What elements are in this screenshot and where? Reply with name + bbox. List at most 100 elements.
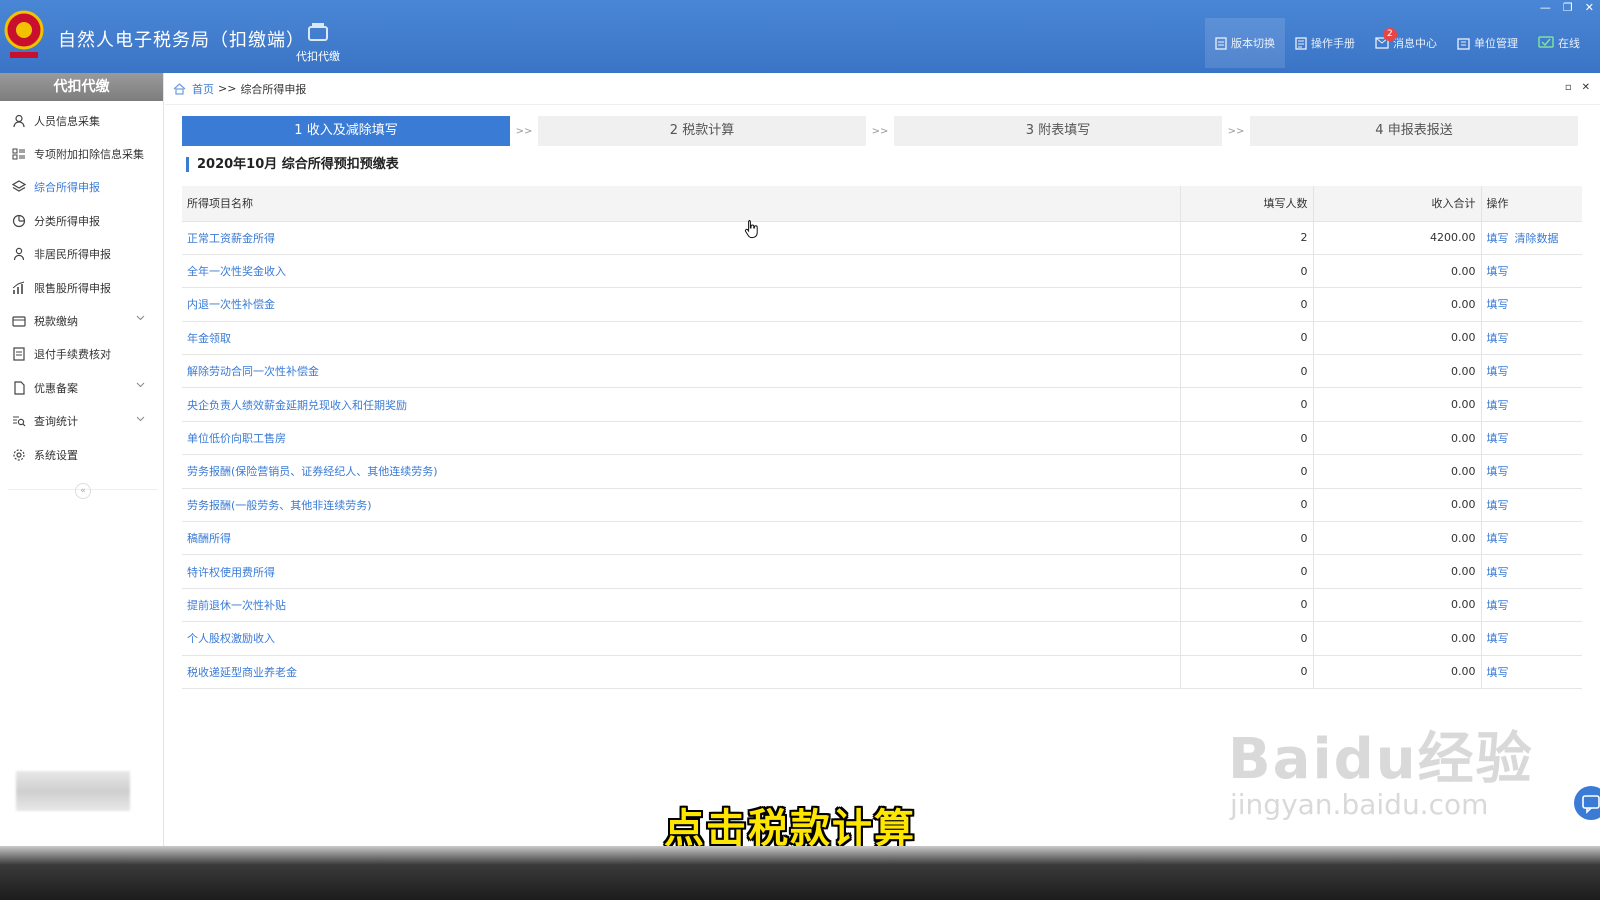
maximize-icon[interactable]: ❐: [1563, 1, 1573, 14]
fill-button[interactable]: 填写: [1487, 499, 1509, 512]
item-count: 0: [1180, 488, 1314, 523]
item-ops: 填写: [1481, 421, 1582, 456]
sidebar-item-preferential-filing[interactable]: 优惠备案: [0, 371, 163, 404]
table-row: 解除劳动合同一次性补偿金 0 0.00 填写: [182, 354, 1582, 389]
item-count: 0: [1180, 321, 1314, 356]
column-header-income: 收入合计: [1313, 186, 1482, 222]
pie-chart-icon: [12, 214, 26, 227]
close-icon[interactable]: ✕: [1585, 1, 1594, 14]
item-income: 0.00: [1313, 554, 1482, 589]
breadcrumb-home-link[interactable]: 首页: [192, 81, 214, 97]
sidebar-item-tax-payment[interactable]: 税款缴纳: [0, 304, 163, 337]
item-count: 0: [1180, 521, 1314, 556]
fill-button[interactable]: 填写: [1487, 599, 1509, 612]
hand-cursor-icon: [744, 220, 758, 239]
floating-chat-button[interactable]: [1574, 786, 1600, 820]
item-ops: 填写: [1481, 521, 1582, 556]
message-center-button[interactable]: 2 消息中心: [1365, 18, 1447, 68]
item-name-link[interactable]: 正常工资薪金所得: [182, 221, 1181, 255]
step-tax-calculation[interactable]: 2 税款计算: [538, 116, 866, 146]
item-income: 4200.00: [1313, 221, 1482, 255]
sidebar-item-query-statistics[interactable]: 查询统计: [0, 405, 163, 438]
column-header-count: 填写人数: [1180, 186, 1314, 222]
fill-button[interactable]: 填写: [1487, 532, 1509, 545]
item-ops: 填写: [1481, 321, 1582, 356]
sidebar-item-special-deduction[interactable]: 专项附加扣除信息采集: [0, 137, 163, 170]
step-schedule-fill[interactable]: 3 附表填写: [894, 116, 1222, 146]
item-ops: 填写: [1481, 621, 1582, 656]
item-income: 0.00: [1313, 321, 1482, 356]
manual-button[interactable]: 操作手册: [1285, 18, 1365, 68]
item-income: 0.00: [1313, 354, 1482, 389]
document-check-icon: [13, 347, 25, 362]
sidebar-collapse-button[interactable]: «: [75, 483, 91, 499]
item-name-link[interactable]: 解除劳动合同一次性补偿金: [182, 354, 1181, 389]
item-ops: 填写: [1481, 254, 1582, 289]
step-submit-report[interactable]: 4 申报表报送: [1250, 116, 1578, 146]
online-status-button[interactable]: 在线: [1528, 18, 1590, 68]
sidebar-item-refund-fee-check[interactable]: 退付手续费核对: [0, 338, 163, 371]
item-name-link[interactable]: 年金领取: [182, 321, 1181, 356]
sidebar-item-system-settings[interactable]: 系统设置: [0, 438, 163, 471]
item-name-link[interactable]: 全年一次性奖金收入: [182, 254, 1181, 289]
fill-button[interactable]: 填写: [1487, 632, 1509, 645]
item-name-link[interactable]: 特许权使用费所得: [182, 554, 1181, 589]
fill-button[interactable]: 填写: [1487, 432, 1509, 445]
step-bar: 1 收入及减除填写 >> 2 税款计算 >> 3 附表填写 >> 4 申报表报送: [182, 116, 1582, 146]
breadcrumb-separator: >>: [218, 82, 237, 95]
table-row: 个人股权激励收入 0 0.00 填写: [182, 621, 1582, 656]
clear-data-button[interactable]: 清除数据: [1515, 232, 1559, 245]
column-header-ops: 操作: [1481, 186, 1582, 222]
item-name-link[interactable]: 劳务报酬(一般劳务、其他非连续劳务): [182, 488, 1181, 523]
fill-button[interactable]: 填写: [1487, 566, 1509, 579]
item-count: 0: [1180, 655, 1314, 689]
item-name-link[interactable]: 稿酬所得: [182, 521, 1181, 556]
fill-button[interactable]: 填写: [1487, 365, 1509, 378]
item-name-link[interactable]: 劳务报酬(保险营销员、证券经纪人、其他连续劳务): [182, 454, 1181, 489]
item-name-link[interactable]: 内退一次性补偿金: [182, 287, 1181, 322]
step-income-deduction[interactable]: 1 收入及减除填写: [182, 116, 510, 146]
item-name-link[interactable]: 单位低价向职工售房: [182, 421, 1181, 456]
fill-button[interactable]: 填写: [1487, 298, 1509, 311]
minimize-icon[interactable]: —: [1540, 1, 1551, 14]
item-name-link[interactable]: 央企负责人绩效薪金延期兑现收入和任期奖励: [182, 387, 1181, 422]
sidebar-item-classified-income[interactable]: 分类所得申报: [0, 204, 163, 237]
fill-button[interactable]: 填写: [1487, 666, 1509, 679]
panel-restore-icon[interactable]: ▫: [1565, 82, 1572, 93]
version-switch-icon: [1215, 36, 1227, 50]
window-controls: — ❐ ✕: [1540, 1, 1594, 14]
item-name-link[interactable]: 个人股权激励收入: [182, 621, 1181, 656]
table-header-row: 所得项目名称 填写人数 收入合计 操作: [182, 186, 1582, 222]
person-outline-icon: [13, 248, 25, 261]
unit-management-button[interactable]: 单位管理: [1447, 18, 1528, 68]
file-icon: [14, 381, 25, 395]
baidu-watermark: Baidu经验 jingyan.baidu.com: [1228, 730, 1534, 820]
item-name-link[interactable]: 提前退休一次性补贴: [182, 588, 1181, 623]
fill-button[interactable]: 填写: [1487, 332, 1509, 345]
item-income: 0.00: [1313, 488, 1482, 523]
fill-button[interactable]: 填写: [1487, 232, 1509, 245]
table-body: 正常工资薪金所得 2 4200.00 填写 清除数据 全年一次性奖金收入 0 0.…: [182, 221, 1582, 689]
module-withholding-button[interactable]: 代扣代缴: [288, 18, 348, 68]
item-count: 0: [1180, 454, 1314, 489]
item-income: 0.00: [1313, 655, 1482, 689]
table-row: 提前退休一次性补贴 0 0.00 填写: [182, 588, 1582, 623]
table-row: 单位低价向职工售房 0 0.00 填写: [182, 421, 1582, 456]
title-bar: 自然人电子税务局（扣缴端） 代扣代缴 — ❐ ✕ 版本切换 操作手册 2 消息中…: [0, 0, 1600, 73]
panel-close-icon[interactable]: ✕: [1582, 82, 1590, 93]
sidebar-item-comprehensive-income[interactable]: 综合所得申报: [0, 171, 163, 204]
fill-button[interactable]: 填写: [1487, 399, 1509, 412]
sidebar-item-non-resident-income[interactable]: 非居民所得申报: [0, 238, 163, 271]
item-name-link[interactable]: 税收递延型商业养老金: [182, 655, 1181, 689]
wallet-module-icon: [308, 23, 328, 41]
layers-icon: [12, 180, 26, 193]
version-switch-button[interactable]: 版本切换: [1205, 18, 1285, 68]
step-separator: >>: [1227, 125, 1245, 137]
fill-button[interactable]: 填写: [1487, 265, 1509, 278]
sidebar-item-personnel-info[interactable]: 人员信息采集: [0, 104, 163, 137]
fill-button[interactable]: 填写: [1487, 465, 1509, 478]
sidebar-item-restricted-shares[interactable]: 限售股所得申报: [0, 271, 163, 304]
item-ops: 填写: [1481, 588, 1582, 623]
item-count: 0: [1180, 621, 1314, 656]
income-items-table: 所得项目名称 填写人数 收入合计 操作 正常工资薪金所得 2 4200.00 填…: [182, 186, 1582, 689]
